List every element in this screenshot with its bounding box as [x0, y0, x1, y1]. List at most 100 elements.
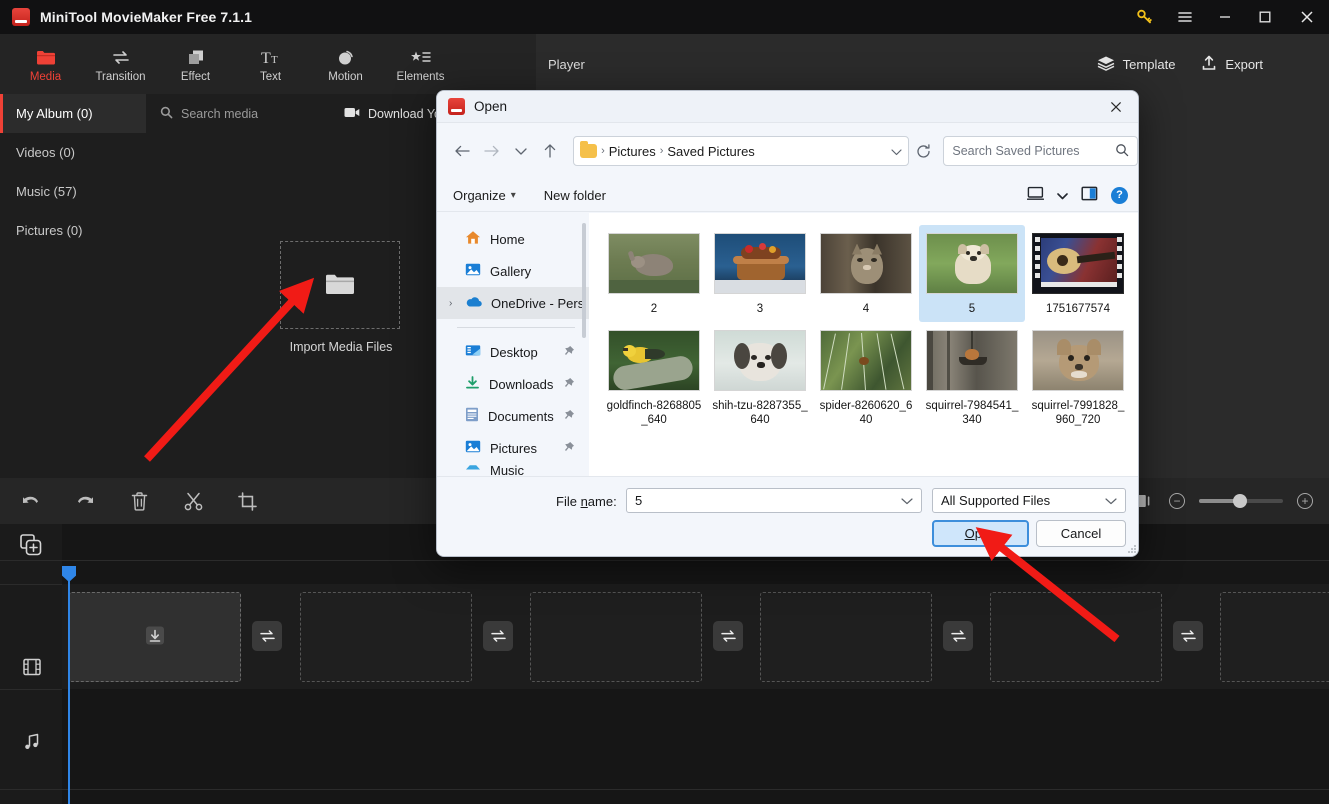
import-media-dropzone[interactable]: [280, 241, 400, 329]
timeline-slot[interactable]: [1220, 592, 1329, 682]
timeline-slot[interactable]: [530, 592, 702, 682]
pictures-icon: [465, 439, 481, 457]
tab-motion[interactable]: Motion: [308, 35, 383, 93]
sidebar-item-music[interactable]: Music (57): [0, 172, 146, 211]
file-item[interactable]: squirrel-7991828_960_720: [1025, 322, 1131, 433]
breadcrumb-item-pictures[interactable]: Pictures: [609, 144, 656, 159]
tab-transition[interactable]: Transition: [83, 35, 158, 93]
dialog-close-button[interactable]: [1094, 91, 1138, 123]
dialog-footer: File name: 5 All Supported Files Open Ca…: [437, 476, 1138, 556]
chevron-right-icon[interactable]: ›: [449, 298, 452, 309]
export-button[interactable]: Export: [1201, 55, 1263, 74]
video-track[interactable]: [62, 584, 1329, 689]
sidebar-item-gallery[interactable]: Gallery: [437, 255, 589, 287]
split-button[interactable]: [180, 488, 206, 514]
redo-button[interactable]: [72, 488, 98, 514]
open-button[interactable]: Open: [932, 520, 1029, 547]
timeline-slot[interactable]: [300, 592, 472, 682]
pin-icon[interactable]: [563, 345, 575, 360]
file-item[interactable]: spider-8260620_640: [813, 322, 919, 433]
file-item[interactable]: 3: [707, 225, 813, 322]
file-list[interactable]: 2 3 4 5 1751677574 goldfinch-8268805_640…: [589, 213, 1138, 476]
zoom-slider[interactable]: [1199, 494, 1283, 508]
filename-input[interactable]: 5: [626, 488, 922, 513]
key-icon[interactable]: [1125, 0, 1165, 34]
timeline-slot[interactable]: [69, 592, 241, 682]
close-button[interactable]: [1285, 0, 1329, 34]
pin-icon[interactable]: [563, 377, 575, 392]
file-item[interactable]: 4: [813, 225, 919, 322]
up-button[interactable]: [536, 136, 565, 167]
sidebar-item-desktop[interactable]: Desktop: [437, 336, 589, 368]
zoom-in-button[interactable]: +: [1297, 493, 1313, 509]
tab-effect[interactable]: Effect: [158, 35, 233, 93]
new-folder-button[interactable]: New folder: [544, 188, 606, 203]
timeline-playhead[interactable]: [62, 566, 76, 804]
zoom-out-button[interactable]: −: [1169, 493, 1185, 509]
pin-icon[interactable]: [563, 409, 575, 424]
breadcrumb-item-saved-pictures[interactable]: Saved Pictures: [667, 144, 754, 159]
recent-locations-chevron-down-icon[interactable]: [507, 136, 536, 167]
timeline-slot[interactable]: [760, 592, 932, 682]
back-button[interactable]: [448, 136, 477, 167]
breadcrumb[interactable]: › Pictures › Saved Pictures: [573, 136, 910, 166]
pin-icon[interactable]: [563, 441, 575, 456]
layers-icon: [1097, 55, 1115, 74]
file-item[interactable]: goldfinch-8268805_640: [601, 322, 707, 433]
file-item[interactable]: 2: [601, 225, 707, 322]
organize-button[interactable]: Organize ▾: [453, 188, 516, 203]
file-item[interactable]: squirrel-7984541_340: [919, 322, 1025, 433]
add-media-icon[interactable]: [20, 534, 42, 556]
timeline-slot[interactable]: [990, 592, 1162, 682]
chevron-down-icon[interactable]: [901, 493, 913, 508]
tab-text[interactable]: TT Text: [233, 35, 308, 93]
file-item[interactable]: 1751677574: [1025, 225, 1131, 322]
refresh-button[interactable]: [909, 136, 937, 166]
dialog-title: Open: [474, 99, 508, 114]
hamburger-menu-icon[interactable]: [1165, 0, 1205, 34]
transition-slot-button[interactable]: [943, 621, 973, 651]
transition-slot-button[interactable]: [713, 621, 743, 651]
zoom-slider-handle[interactable]: [1233, 494, 1247, 508]
sidebar-scrollbar[interactable]: [582, 223, 586, 338]
sidebar-item-videos[interactable]: Videos (0): [0, 133, 146, 172]
transition-slot-button[interactable]: [252, 621, 282, 651]
timeline-ruler[interactable]: [62, 562, 1329, 584]
minimize-button[interactable]: [1205, 0, 1245, 34]
sidebar-item-onedrive[interactable]: › OneDrive - Pers: [437, 287, 589, 319]
forward-button[interactable]: [477, 136, 506, 167]
sidebar-item-pictures[interactable]: Pictures (0): [0, 211, 146, 250]
chevron-down-icon[interactable]: [1105, 493, 1117, 508]
tab-elements[interactable]: Elements: [383, 35, 458, 93]
sidebar-item-pictures[interactable]: Pictures: [437, 432, 589, 464]
undo-button[interactable]: [18, 488, 44, 514]
sidebar-item-home[interactable]: Home: [437, 223, 589, 255]
preview-pane-icon[interactable]: [1081, 186, 1098, 204]
svg-text:T: T: [261, 50, 271, 66]
view-chevron-down-icon[interactable]: [1057, 188, 1068, 203]
file-item[interactable]: shih-tzu-8287355_640: [707, 322, 813, 433]
maximize-button[interactable]: [1245, 0, 1285, 34]
motion-circle-icon: [336, 46, 356, 66]
transition-slot-button[interactable]: [483, 621, 513, 651]
delete-button[interactable]: [126, 488, 152, 514]
transition-slot-button[interactable]: [1173, 621, 1203, 651]
documents-icon: [465, 407, 479, 425]
view-layout-icon[interactable]: [1026, 186, 1045, 204]
help-icon[interactable]: ?: [1111, 186, 1128, 204]
sidebar-item-downloads[interactable]: Downloads: [437, 368, 589, 400]
dialog-resize-grip[interactable]: [1127, 544, 1137, 556]
audio-track[interactable]: [62, 689, 1329, 789]
sidebar-item-my-album[interactable]: My Album (0): [0, 94, 146, 133]
template-button[interactable]: Template: [1097, 55, 1175, 74]
sidebar-item-documents[interactable]: Documents: [437, 400, 589, 432]
file-item-selected[interactable]: 5: [919, 225, 1025, 323]
cancel-button[interactable]: Cancel: [1036, 520, 1126, 547]
tab-media[interactable]: Media: [8, 35, 83, 93]
filetype-select[interactable]: All Supported Files: [932, 488, 1126, 513]
search-media-input[interactable]: Search media: [160, 106, 258, 122]
sidebar-item-music[interactable]: Music: [437, 464, 589, 476]
search-input[interactable]: Search Saved Pictures: [943, 136, 1138, 166]
chevron-down-icon[interactable]: [891, 144, 902, 159]
crop-button[interactable]: [234, 488, 260, 514]
